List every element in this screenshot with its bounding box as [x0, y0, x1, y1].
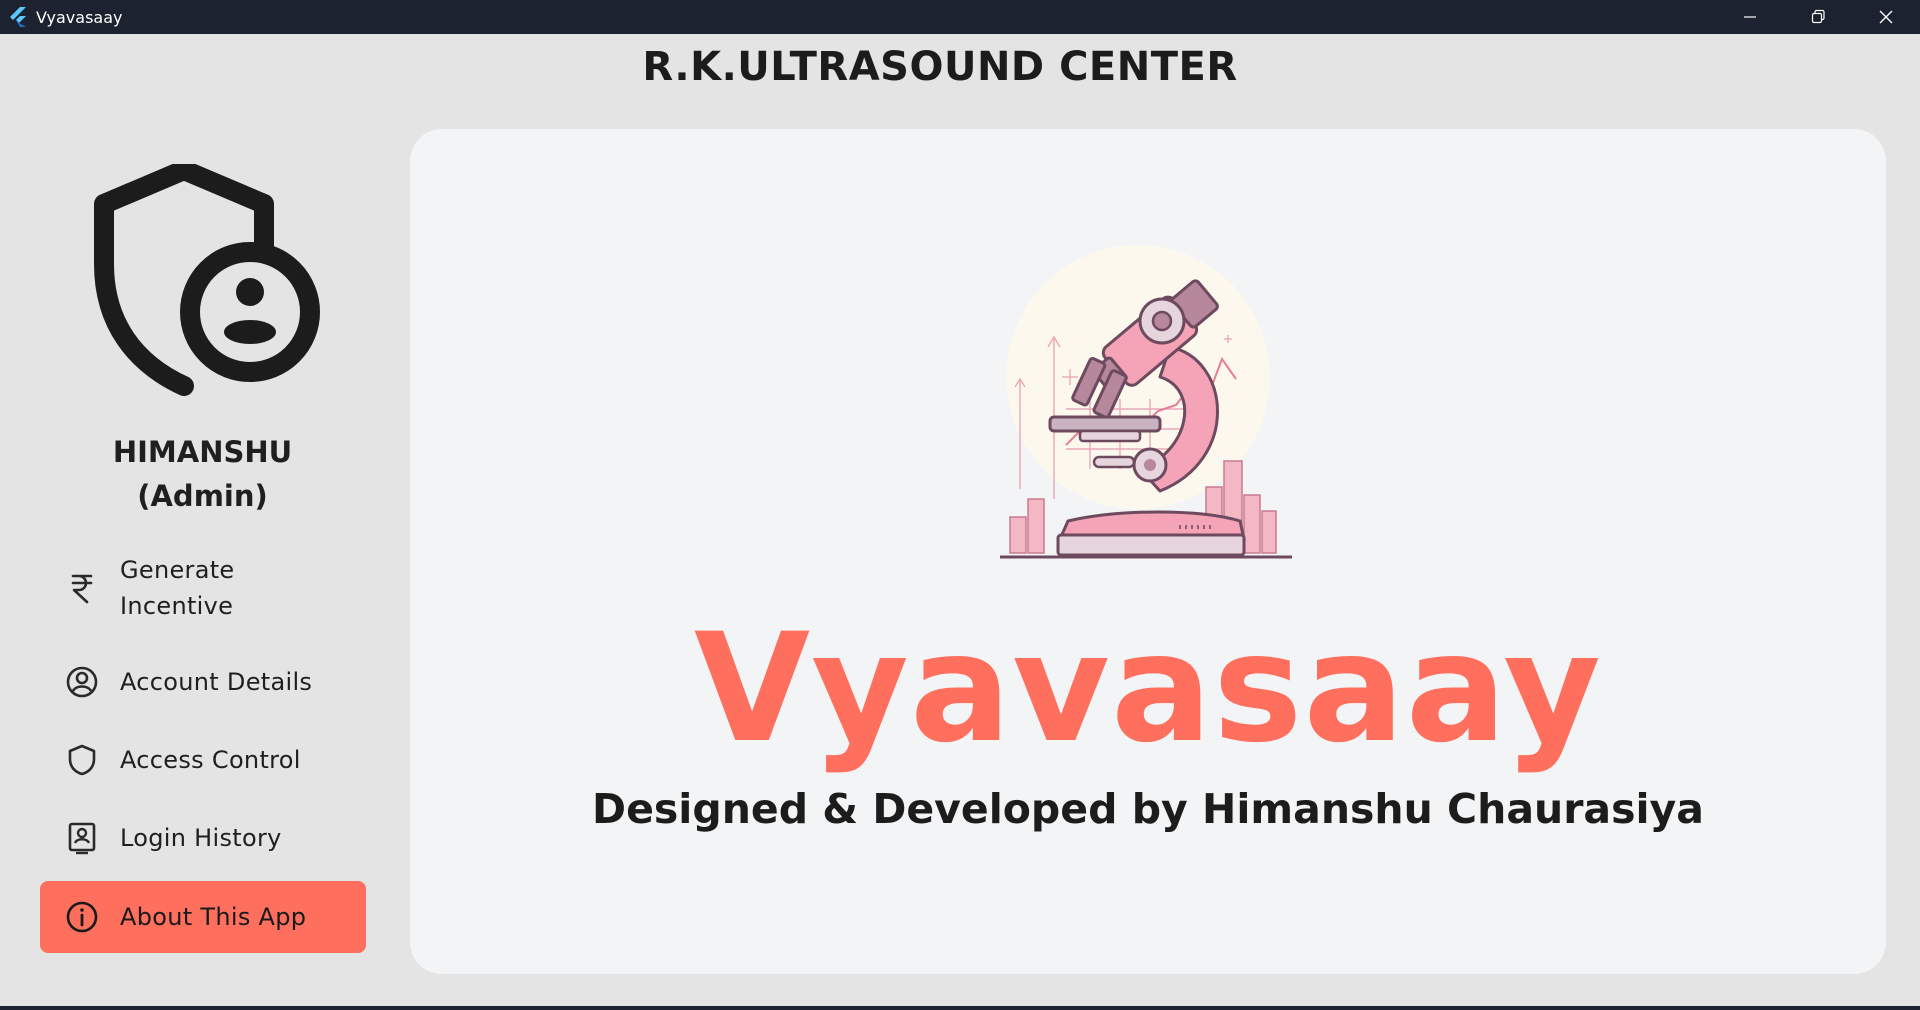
close-button[interactable] — [1852, 0, 1920, 34]
rupee-icon — [60, 566, 104, 610]
sidebar-item-about-this-app[interactable]: About This App — [40, 881, 366, 953]
account-circle-icon — [60, 660, 104, 704]
sidebar-item-label: Access Control — [120, 746, 301, 774]
minimize-button[interactable] — [1716, 0, 1784, 34]
login-history-icon — [60, 816, 104, 860]
sidebar-item-label: Login History — [120, 824, 282, 852]
minimize-icon — [1744, 16, 1756, 18]
flutter-app-icon — [6, 5, 30, 29]
center-name: R.K.ULTRASOUND CENTER — [642, 44, 1238, 90]
window-title-bar: Vyavasaay — [0, 0, 1920, 34]
sidebar-item-access-control[interactable]: Access Control — [40, 732, 366, 788]
bottom-edge — [0, 1006, 1920, 1010]
window-controls — [1716, 0, 1920, 34]
user-name: HIMANSHU — [112, 435, 293, 469]
sidebar-item-account-details[interactable]: Account Details — [40, 654, 366, 710]
app-header: R.K.ULTRASOUND CENTER — [0, 34, 1920, 130]
developer-credits: Designed & Developed by Himanshu Chauras… — [592, 785, 1704, 833]
user-role: (Admin) — [137, 479, 268, 513]
sidebar: HIMANSHU (Admin) Generate Incentive Acco… — [0, 130, 410, 990]
sidebar-item-label: Generate Incentive — [120, 556, 235, 620]
restore-icon — [1811, 9, 1825, 24]
close-icon — [1879, 10, 1893, 24]
admin-shield-user-icon — [86, 160, 346, 424]
about-panel: Vyavasaay Designed & Developed by Himans… — [410, 129, 1886, 974]
sidebar-item-generate-incentive[interactable]: Generate Incentive — [40, 548, 366, 628]
info-icon — [60, 895, 104, 939]
user-name-block: HIMANSHU (Admin) — [0, 430, 405, 518]
window-title: Vyavasaay — [36, 7, 123, 27]
microscope-illustration — [1000, 229, 1300, 569]
sidebar-item-label: Account Details — [120, 668, 313, 696]
brand-title: Vyavasaay — [694, 602, 1602, 776]
sidebar-item-label: About This App — [120, 903, 307, 931]
sidebar-item-login-history[interactable]: Login History — [40, 810, 366, 866]
shield-icon — [60, 738, 104, 782]
restore-button[interactable] — [1784, 0, 1852, 34]
